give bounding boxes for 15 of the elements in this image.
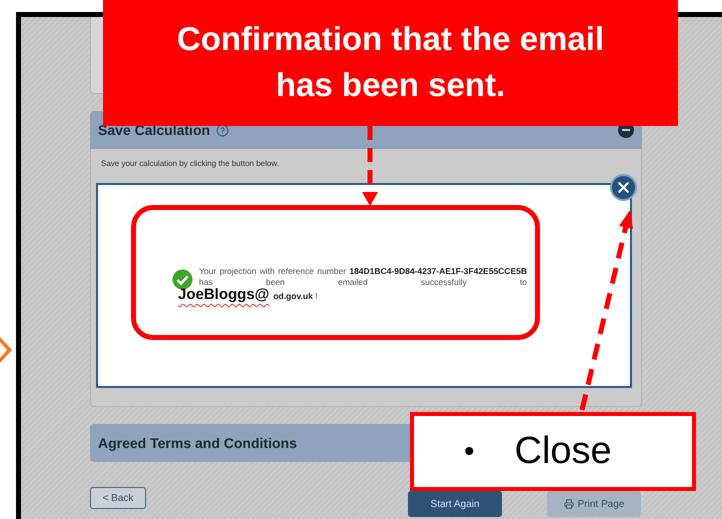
help-icon[interactable] <box>216 124 230 136</box>
chevron-icon <box>0 337 12 363</box>
check-icon <box>172 269 193 290</box>
print-button[interactable]: Print Page <box>547 491 641 517</box>
close-icon <box>615 179 632 196</box>
back-button[interactable]: < Back <box>90 487 146 509</box>
callout-text: Confirmation that the email has been sent. <box>176 19 606 105</box>
section-title: Save Calculation <box>98 122 210 138</box>
email-address: JoeBloggs@ <box>178 286 270 303</box>
confirmation-message: Your projection with reference number 184D1BC4-9D84-4237-AE1F-3F42E55CCE5B has been emailed successfully to <box>199 266 527 288</box>
start-again-button[interactable]: Start Again <box>408 491 502 517</box>
email-domain: od.gov.uk ! <box>273 291 318 301</box>
printer-icon <box>564 499 574 509</box>
section-description: Save your calculation by clicking the button below. <box>101 159 280 168</box>
section-title: Agreed Terms and Conditions <box>98 435 297 451</box>
